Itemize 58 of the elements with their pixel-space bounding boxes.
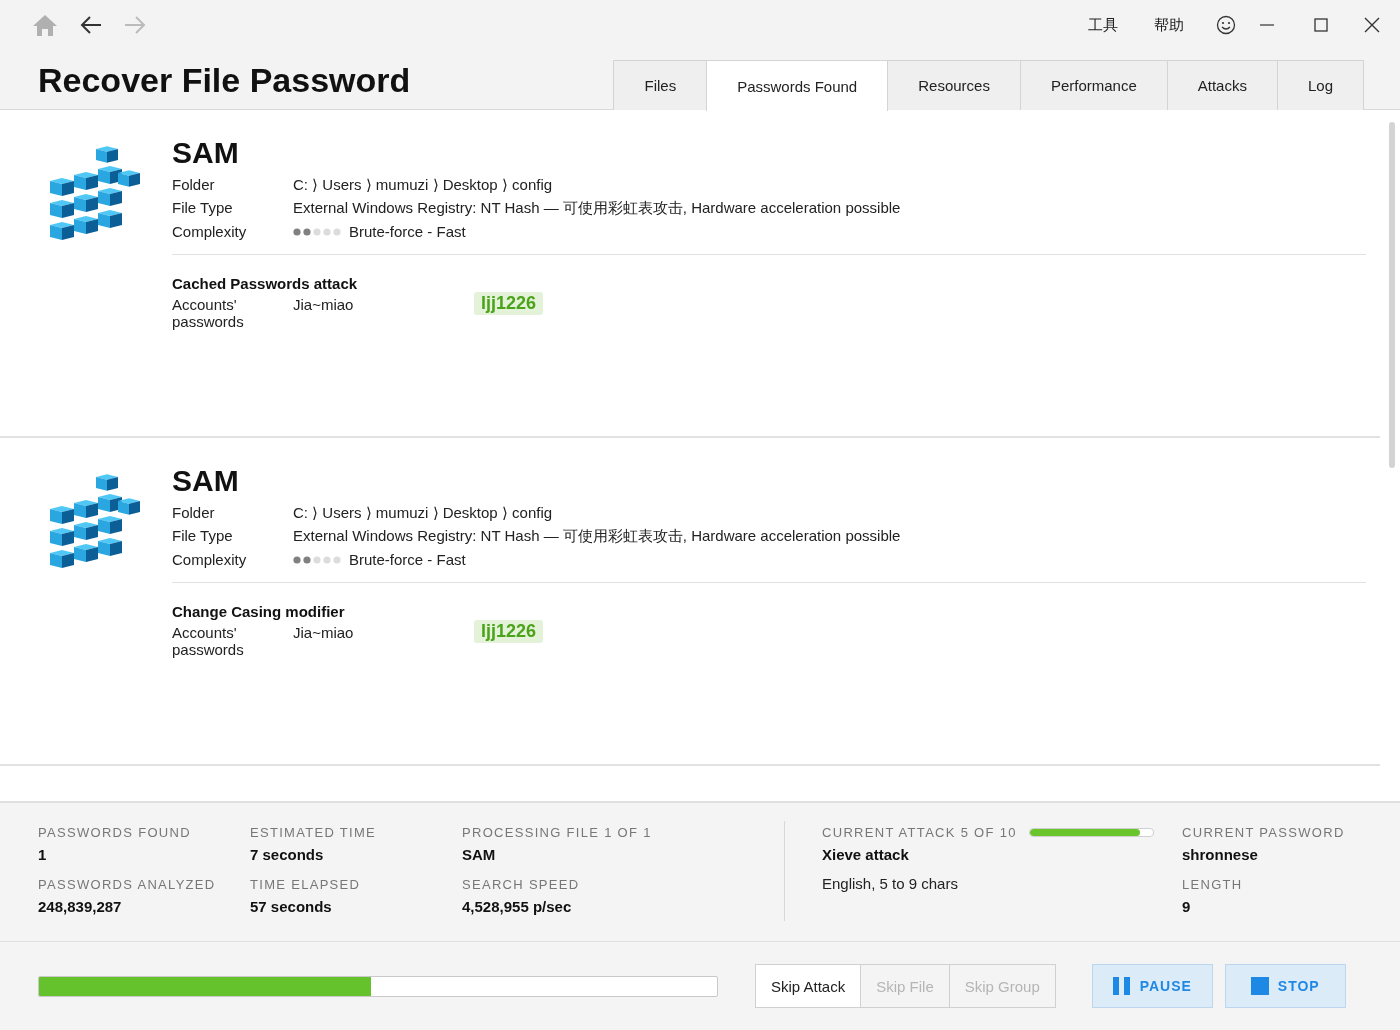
attack-name: Xieve attack — [822, 846, 910, 863]
stat-label: ESTIMATED TIME — [250, 825, 378, 840]
tab[interactable]: Performance — [1019, 60, 1168, 110]
file-name: SAM — [172, 464, 240, 498]
field-value: C: ⟩ Users ⟩ mumuzi ⟩ Desktop ⟩ config — [293, 176, 554, 194]
stat-label: PASSWORDS FOUND — [38, 825, 192, 840]
tab[interactable]: Resources — [887, 60, 1021, 110]
tab[interactable]: Log — [1276, 60, 1364, 110]
attack-name: Cached Passwords attack — [172, 275, 359, 292]
pause-icon — [1112, 977, 1131, 995]
stat-label: TIME ELAPSED — [250, 877, 362, 892]
field-value: Brute-force - Fast — [349, 551, 466, 568]
field-value: C: ⟩ Users ⟩ mumuzi ⟩ Desktop ⟩ config — [293, 504, 554, 522]
field-value: Brute-force - Fast — [349, 223, 466, 240]
tab[interactable]: Passwords Found — [706, 60, 889, 111]
scrollbar-thumb[interactable] — [1389, 122, 1395, 468]
account-name: Jia~miao — [293, 296, 355, 313]
field-value: External Windows Registry: NT Hash — 可使用彩虹表攻击, Hardware acceleration possible — [293, 527, 902, 546]
stat-label: PROCESSING FILE 1 OF 1 — [462, 825, 653, 840]
stat-label: LENGTH — [1182, 877, 1244, 892]
field-value: External Windows Registry: NT Hash — 可使用彩虹表攻击, Hardware acceleration possible — [293, 199, 902, 218]
maximize-icon[interactable] — [1314, 18, 1328, 32]
tab[interactable]: Files — [613, 60, 708, 110]
attack-name: Change Casing modifier — [172, 603, 346, 620]
account-name: Jia~miao — [293, 624, 355, 641]
field-label: Complexity — [172, 551, 248, 568]
skip-button[interactable]: Skip Attack — [755, 964, 862, 1008]
stat-value: shronnese — [1182, 846, 1259, 863]
menu-item[interactable]: 帮助 — [1136, 15, 1202, 35]
field-label: Folder — [172, 176, 216, 194]
field-label: Complexity — [172, 223, 248, 240]
stat-label: SEARCH SPEED — [462, 877, 581, 892]
found-password: ljj1226 — [474, 620, 544, 643]
stat-label: CURRENT ATTACK 5 OF 10 — [822, 825, 1017, 840]
stat-label: CURRENT PASSWORD — [1182, 825, 1346, 840]
smiley-icon[interactable] — [1216, 15, 1236, 35]
stat-value: SAM — [462, 846, 497, 863]
field-label: File Type — [172, 199, 234, 218]
stat-value: 7 seconds — [250, 846, 325, 863]
stat-value: 4,528,955 p/sec — [462, 898, 573, 915]
back-arrow-icon[interactable] — [80, 16, 102, 34]
close-icon[interactable] — [1364, 17, 1380, 33]
file-name: SAM — [172, 136, 240, 170]
stat-value: 9 — [1182, 898, 1192, 915]
field-label: File Type — [172, 527, 234, 546]
attack-detail: English, 5 to 9 chars — [822, 875, 959, 892]
field-label: Accounts' passwords — [172, 624, 245, 658]
found-password: ljj1226 — [474, 292, 544, 315]
app-title: Recover File Password — [38, 61, 412, 100]
stop-icon — [1250, 977, 1269, 995]
field-label: Folder — [172, 504, 216, 522]
stat-value: 57 seconds — [250, 898, 333, 915]
stat-label: PASSWORDS ANALYZED — [38, 877, 217, 892]
stat-value: 248,839,287 — [38, 898, 123, 915]
tab[interactable]: Attacks — [1166, 60, 1278, 110]
menu-item[interactable]: 工具 — [1070, 15, 1136, 35]
field-label: Accounts' passwords — [172, 296, 245, 330]
stat-value: 1 — [38, 846, 48, 863]
